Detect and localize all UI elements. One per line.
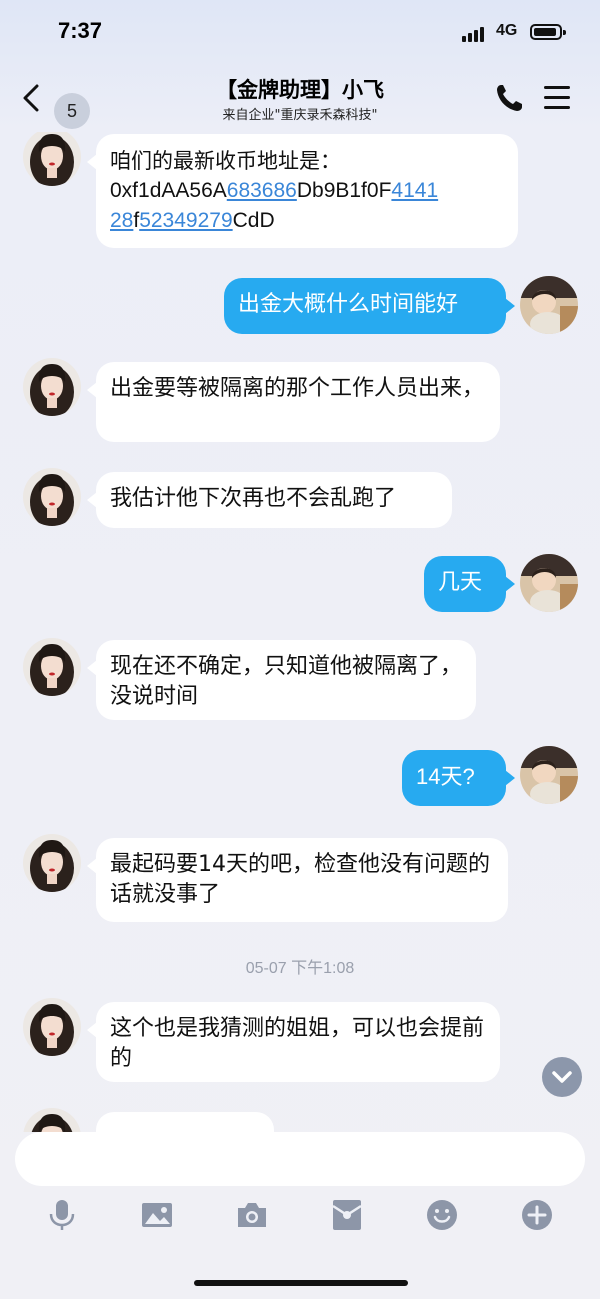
message-text: 14天? xyxy=(416,764,475,789)
address-segment: Db9B1f0F xyxy=(296,179,392,202)
message-text: 咱们的最新收币地址是： xyxy=(110,149,341,173)
contact-name: 【金牌助理】小飞 xyxy=(216,78,384,102)
message-text: 这个也是我猜测的姐姐，可以也会提前的 xyxy=(110,1016,485,1071)
contact-avatar[interactable] xyxy=(23,638,81,696)
back-button[interactable]: 5 xyxy=(18,78,90,129)
message-bubble[interactable]: 咱们的最新收币地址是： 0xf1dAA56A683686Db9B1f0F4141… xyxy=(87,134,518,248)
unread-count-badge: 5 xyxy=(54,93,90,129)
contact-avatar[interactable] xyxy=(23,998,81,1056)
address-link[interactable]: 28 xyxy=(110,209,133,232)
address-link[interactable]: 52349279 xyxy=(139,209,232,232)
message-text: 几天 xyxy=(438,570,483,595)
contact-avatar[interactable] xyxy=(23,358,81,416)
scroll-to-bottom-button[interactable] xyxy=(542,1057,582,1097)
phone-call-icon[interactable] xyxy=(494,82,524,114)
red-packet-icon[interactable] xyxy=(330,1198,364,1232)
message-text: 出金大概什么时间能好 xyxy=(238,292,459,317)
signal-strength-icon xyxy=(462,26,488,42)
image-icon[interactable] xyxy=(140,1198,174,1232)
composer xyxy=(0,1132,600,1299)
message-bubble[interactable]: 最起码要14天的吧，检查他没有问题的话就没事了 xyxy=(87,838,508,922)
user-avatar[interactable] xyxy=(520,746,578,804)
message-bubble[interactable]: 这个也是我猜测的姐姐，可以也会提前的 xyxy=(87,1002,500,1082)
status-time: 7:37 xyxy=(58,18,103,43)
chevron-left-icon xyxy=(23,84,39,112)
camera-icon[interactable] xyxy=(235,1198,269,1232)
message-list[interactable]: 咱们的最新收币地址是： 0xf1dAA56A683686Db9B1f0F4141… xyxy=(0,132,600,1132)
message-text: 我估计他下次再也不会乱跑了 xyxy=(110,486,397,511)
message-bubble[interactable]: 出金要等被隔离的那个工作人员出来， xyxy=(87,362,500,442)
contact-avatar[interactable] xyxy=(23,1108,81,1132)
message-bubble[interactable]: 现在还不确定，只知道他被隔离了，没说时间 xyxy=(87,640,476,720)
message-text: 现在还不确定，只知道他被隔离了，没说时间 xyxy=(110,654,463,709)
message-bubble[interactable]: 我估计他下次再也不会乱跑了 xyxy=(87,472,452,528)
address-link[interactable]: 4141 xyxy=(391,179,438,202)
message-bubble[interactable] xyxy=(96,1112,274,1132)
network-type: 4G xyxy=(496,22,518,39)
user-avatar[interactable] xyxy=(520,554,578,612)
battery-icon xyxy=(530,24,566,40)
message-text: 最起码要14天的吧，检查他没有问题的话就没事了 xyxy=(110,852,490,907)
chevron-down-icon xyxy=(552,1071,572,1083)
status-bar: 7:37 4G xyxy=(0,0,600,64)
address-segment: 0xf1dAA56A xyxy=(110,179,227,202)
contact-avatar[interactable] xyxy=(23,468,81,526)
contact-avatar[interactable] xyxy=(23,132,81,186)
wallet-address-cont: 28f52349279CdD xyxy=(110,206,504,236)
address-segment: CdD xyxy=(232,209,275,232)
message-bubble[interactable]: 出金大概什么时间能好 xyxy=(224,278,515,334)
message-input[interactable] xyxy=(15,1132,585,1186)
home-indicator[interactable] xyxy=(194,1280,408,1286)
address-link[interactable]: 683686 xyxy=(227,179,297,202)
message-bubble[interactable]: 几天 xyxy=(424,556,515,612)
emoji-icon[interactable] xyxy=(425,1198,459,1232)
microphone-icon[interactable] xyxy=(45,1198,79,1232)
contact-avatar[interactable] xyxy=(23,834,81,892)
user-avatar[interactable] xyxy=(520,276,578,334)
wallet-address: 0xf1dAA56A683686Db9B1f0F4141 xyxy=(110,176,504,206)
plus-icon[interactable] xyxy=(520,1198,554,1232)
menu-icon[interactable] xyxy=(542,84,572,112)
message-bubble[interactable]: 14天? xyxy=(402,750,515,806)
contact-company: 来自企业"重庆录禾森科技" xyxy=(222,108,378,123)
chat-header: 5 【金牌助理】小飞 来自企业"重庆录禾森科技" xyxy=(0,64,600,132)
message-text: 出金要等被隔离的那个工作人员出来， xyxy=(110,376,485,401)
message-timestamp: 05-07 下午1:08 xyxy=(245,960,355,977)
